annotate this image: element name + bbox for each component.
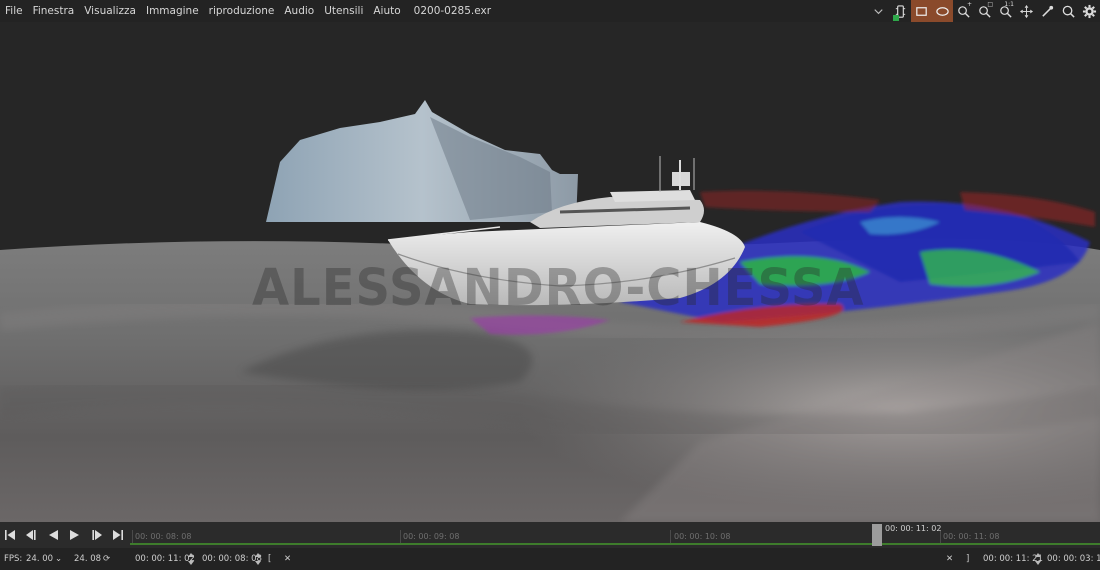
menu-audio[interactable]: Audio [279,5,319,17]
step-forward-icon[interactable] [89,527,105,543]
zoom-actual-icon[interactable]: 1:1 [995,0,1016,22]
toolbar: + □ 1:1 [870,0,1100,22]
file-title: 0200-0285.exr [413,5,492,17]
menu-immagine[interactable]: Immagine [141,5,204,17]
current-time-spinner-icon[interactable] [188,552,194,566]
fps-actual: 24. 08 [74,554,102,564]
out-time-spinner-icon[interactable] [1035,552,1041,566]
indicator-green [893,15,899,21]
play-icon[interactable] [67,527,83,543]
in-time-spinner-icon[interactable] [255,552,261,566]
fps-value[interactable]: 24. 00 [26,554,53,564]
set-out-point-button[interactable]: ] [966,554,969,564]
channel-icon[interactable] [890,0,911,22]
step-back-icon[interactable] [23,527,39,543]
tick-line [670,530,671,544]
playhead-time: 00: 00: 11: 02 [885,524,942,533]
status-bar: FPS: 24. 00 ⌄ 24. 08 ⟳ 00: 00: 11: 02 00… [0,548,1100,570]
tick-label: 00: 00: 08: 08 [135,532,192,541]
tick-label: 00: 00: 11: 08 [943,532,1000,541]
skip-to-start-icon[interactable] [2,527,18,543]
skip-to-end-icon[interactable] [110,527,126,543]
transport-bar: 00: 00: 08: 08 00: 00: 09: 08 00: 00: 10… [0,522,1100,548]
image-viewer[interactable]: ALESSANDRO-CHESSA [0,22,1100,522]
search-icon[interactable] [1058,0,1079,22]
duration-field: 00: 00: 03: 14 [1047,554,1100,564]
zoom-fit-icon[interactable]: □ [974,0,995,22]
menu-finestra[interactable]: Finestra [28,5,80,17]
clear-in-icon[interactable]: ✕ [284,554,291,564]
current-time-field[interactable]: 00: 00: 11: 02 [135,554,195,564]
in-time-field[interactable]: 00: 00: 08: 08 [202,554,262,564]
clear-out-icon[interactable]: ✕ [946,554,953,564]
gear-icon[interactable] [1079,0,1100,22]
fps-dropdown-icon[interactable]: ⌄ [55,554,62,564]
fps-label: FPS: [4,554,23,564]
tick-label: 00: 00: 09: 08 [403,532,460,541]
zoom-in-icon[interactable]: + [953,0,974,22]
timeline-range-bar [130,543,1100,545]
rectangle-select-icon[interactable] [911,0,932,22]
menu-riproduzione[interactable]: riproduzione [204,5,280,17]
eyedropper-icon[interactable] [1037,0,1058,22]
tick-label: 00: 00: 10: 08 [674,532,731,541]
timeline-ruler[interactable]: 00: 00: 08: 08 00: 00: 09: 08 00: 00: 10… [130,522,1100,548]
loop-icon[interactable]: ⟳ [103,554,110,564]
play-reverse-icon[interactable] [45,527,61,543]
tick-line [132,530,133,544]
menu-file[interactable]: File [0,5,28,17]
ellipse-select-icon[interactable] [932,0,953,22]
watermark: ALESSANDRO-CHESSA [252,258,865,318]
tick-line [400,530,401,544]
menu-utensili[interactable]: Utensili [319,5,368,17]
menu-aiuto[interactable]: Aiuto [368,5,405,17]
chevron-down-icon[interactable] [870,0,886,22]
out-time-field[interactable]: 00: 00: 11: 21 [983,554,1043,564]
menubar: File Finestra Visualizza Immagine riprod… [0,0,1100,22]
pan-icon[interactable] [1016,0,1037,22]
menu-visualizza[interactable]: Visualizza [79,5,141,17]
playhead[interactable] [872,524,882,546]
set-in-point-button[interactable]: [ [268,554,271,564]
